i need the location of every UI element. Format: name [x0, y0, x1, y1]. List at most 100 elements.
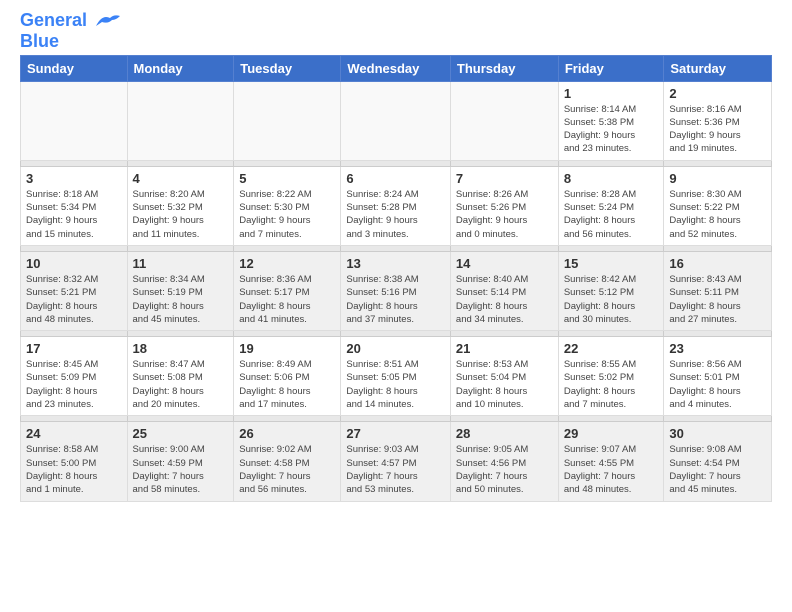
calendar-cell: 8Sunrise: 8:28 AM Sunset: 5:24 PM Daylig…: [558, 166, 664, 245]
day-number: 6: [346, 171, 445, 186]
calendar-cell: 15 Sunrise: 8:42 AM Sunset: 5:12 PM Dayli…: [558, 251, 664, 330]
day-number: 1: [564, 86, 659, 101]
calendar-cell: [450, 81, 558, 160]
calendar-cell: 1Sunrise: 8:14 AM Sunset: 5:38 PM Daylig…: [558, 81, 664, 160]
calendar-cell: 30 Sunrise: 9:08 AM Sunset: 4:54 PM Dayli…: [664, 422, 772, 501]
col-header-saturday: Saturday: [664, 55, 772, 81]
day-number: 12: [239, 256, 335, 271]
calendar-cell: 22 Sunrise: 8:55 AM Sunset: 5:02 PM Dayli…: [558, 337, 664, 416]
calendar-week-row: 1Sunrise: 8:14 AM Sunset: 5:38 PM Daylig…: [21, 81, 772, 160]
day-number: 14: [456, 256, 553, 271]
col-header-monday: Monday: [127, 55, 234, 81]
col-header-tuesday: Tuesday: [234, 55, 341, 81]
calendar-week-row: 17 Sunrise: 8:45 AM Sunset: 5:09 PM Dayli…: [21, 337, 772, 416]
day-info: Sunrise: 8:42 AM Sunset: 5:12 PM Dayligh…: [564, 273, 659, 326]
day-number: 17: [26, 341, 122, 356]
day-info: Sunrise: 8:56 AM Sunset: 5:01 PM Dayligh…: [669, 358, 766, 411]
col-header-friday: Friday: [558, 55, 664, 81]
calendar-cell: 24 Sunrise: 8:58 AM Sunset: 5:00 PM Dayli…: [21, 422, 128, 501]
day-number: 11: [133, 256, 229, 271]
day-info: Sunrise: 8:24 AM Sunset: 5:28 PM Dayligh…: [346, 188, 445, 241]
calendar-cell: [21, 81, 128, 160]
day-info: Sunrise: 8:47 AM Sunset: 5:08 PM Dayligh…: [133, 358, 229, 411]
calendar-cell: [234, 81, 341, 160]
calendar-cell: 17 Sunrise: 8:45 AM Sunset: 5:09 PM Dayli…: [21, 337, 128, 416]
day-number: 3: [26, 171, 122, 186]
day-info: Sunrise: 8:36 AM Sunset: 5:17 PM Dayligh…: [239, 273, 335, 326]
day-info: Sunrise: 8:26 AM Sunset: 5:26 PM Dayligh…: [456, 188, 553, 241]
calendar-cell: [127, 81, 234, 160]
day-info: Sunrise: 9:03 AM Sunset: 4:57 PM Dayligh…: [346, 443, 445, 496]
day-number: 16: [669, 256, 766, 271]
day-number: 24: [26, 426, 122, 441]
calendar-cell: 10 Sunrise: 8:32 AM Sunset: 5:21 PM Dayli…: [21, 251, 128, 330]
calendar-cell: 26 Sunrise: 9:02 AM Sunset: 4:58 PM Dayli…: [234, 422, 341, 501]
calendar-cell: 18 Sunrise: 8:47 AM Sunset: 5:08 PM Dayli…: [127, 337, 234, 416]
day-info: Sunrise: 8:49 AM Sunset: 5:06 PM Dayligh…: [239, 358, 335, 411]
day-info: Sunrise: 8:34 AM Sunset: 5:19 PM Dayligh…: [133, 273, 229, 326]
day-number: 21: [456, 341, 553, 356]
day-info: Sunrise: 8:55 AM Sunset: 5:02 PM Dayligh…: [564, 358, 659, 411]
calendar-cell: 4Sunrise: 8:20 AM Sunset: 5:32 PM Daylig…: [127, 166, 234, 245]
day-info: Sunrise: 8:38 AM Sunset: 5:16 PM Dayligh…: [346, 273, 445, 326]
day-info: Sunrise: 8:20 AM Sunset: 5:32 PM Dayligh…: [133, 188, 229, 241]
day-number: 9: [669, 171, 766, 186]
day-number: 19: [239, 341, 335, 356]
day-number: 10: [26, 256, 122, 271]
day-number: 26: [239, 426, 335, 441]
logo-bird-icon: [94, 12, 122, 30]
day-number: 2: [669, 86, 766, 101]
calendar-cell: 25 Sunrise: 9:00 AM Sunset: 4:59 PM Dayli…: [127, 422, 234, 501]
calendar-cell: 12 Sunrise: 8:36 AM Sunset: 5:17 PM Dayli…: [234, 251, 341, 330]
calendar-week-row: 24 Sunrise: 8:58 AM Sunset: 5:00 PM Dayli…: [21, 422, 772, 501]
logo-blue: Blue: [20, 32, 122, 50]
day-number: 5: [239, 171, 335, 186]
day-number: 22: [564, 341, 659, 356]
calendar-table: SundayMondayTuesdayWednesdayThursdayFrid…: [20, 55, 772, 502]
day-info: Sunrise: 8:58 AM Sunset: 5:00 PM Dayligh…: [26, 443, 122, 496]
calendar-cell: 16Sunrise: 8:43 AM Sunset: 5:11 PM Dayli…: [664, 251, 772, 330]
calendar-cell: 28 Sunrise: 9:05 AM Sunset: 4:56 PM Dayli…: [450, 422, 558, 501]
day-number: 28: [456, 426, 553, 441]
calendar-cell: 3 Sunrise: 8:18 AM Sunset: 5:34 PM Daylig…: [21, 166, 128, 245]
calendar-cell: 11 Sunrise: 8:34 AM Sunset: 5:19 PM Dayli…: [127, 251, 234, 330]
calendar-cell: 2Sunrise: 8:16 AM Sunset: 5:36 PM Daylig…: [664, 81, 772, 160]
calendar-cell: 21 Sunrise: 8:53 AM Sunset: 5:04 PM Dayli…: [450, 337, 558, 416]
calendar-cell: 14 Sunrise: 8:40 AM Sunset: 5:14 PM Dayli…: [450, 251, 558, 330]
calendar-week-row: 10 Sunrise: 8:32 AM Sunset: 5:21 PM Dayli…: [21, 251, 772, 330]
day-info: Sunrise: 9:00 AM Sunset: 4:59 PM Dayligh…: [133, 443, 229, 496]
day-number: 15: [564, 256, 659, 271]
day-info: Sunrise: 9:07 AM Sunset: 4:55 PM Dayligh…: [564, 443, 659, 496]
col-header-thursday: Thursday: [450, 55, 558, 81]
calendar-cell: 9Sunrise: 8:30 AM Sunset: 5:22 PM Daylig…: [664, 166, 772, 245]
day-number: 23: [669, 341, 766, 356]
calendar-cell: 27 Sunrise: 9:03 AM Sunset: 4:57 PM Dayli…: [341, 422, 451, 501]
day-info: Sunrise: 9:05 AM Sunset: 4:56 PM Dayligh…: [456, 443, 553, 496]
day-info: Sunrise: 9:08 AM Sunset: 4:54 PM Dayligh…: [669, 443, 766, 496]
day-info: Sunrise: 8:18 AM Sunset: 5:34 PM Dayligh…: [26, 188, 122, 241]
col-header-sunday: Sunday: [21, 55, 128, 81]
day-info: Sunrise: 8:53 AM Sunset: 5:04 PM Dayligh…: [456, 358, 553, 411]
day-number: 29: [564, 426, 659, 441]
day-number: 7: [456, 171, 553, 186]
calendar-cell: 6 Sunrise: 8:24 AM Sunset: 5:28 PM Daylig…: [341, 166, 451, 245]
day-number: 27: [346, 426, 445, 441]
calendar-cell: 23 Sunrise: 8:56 AM Sunset: 5:01 PM Dayli…: [664, 337, 772, 416]
day-number: 25: [133, 426, 229, 441]
header: General Blue: [0, 0, 792, 55]
day-number: 8: [564, 171, 659, 186]
day-info: Sunrise: 8:51 AM Sunset: 5:05 PM Dayligh…: [346, 358, 445, 411]
calendar-week-row: 3 Sunrise: 8:18 AM Sunset: 5:34 PM Daylig…: [21, 166, 772, 245]
calendar-header-row: SundayMondayTuesdayWednesdayThursdayFrid…: [21, 55, 772, 81]
day-info: Sunrise: 9:02 AM Sunset: 4:58 PM Dayligh…: [239, 443, 335, 496]
day-info: Sunrise: 8:32 AM Sunset: 5:21 PM Dayligh…: [26, 273, 122, 326]
calendar-cell: 5Sunrise: 8:22 AM Sunset: 5:30 PM Daylig…: [234, 166, 341, 245]
day-info: Sunrise: 8:40 AM Sunset: 5:14 PM Dayligh…: [456, 273, 553, 326]
calendar-cell: [341, 81, 451, 160]
day-info: Sunrise: 8:45 AM Sunset: 5:09 PM Dayligh…: [26, 358, 122, 411]
logo: General Blue: [20, 10, 122, 50]
col-header-wednesday: Wednesday: [341, 55, 451, 81]
day-number: 30: [669, 426, 766, 441]
day-number: 18: [133, 341, 229, 356]
calendar-cell: 7 Sunrise: 8:26 AM Sunset: 5:26 PM Daylig…: [450, 166, 558, 245]
